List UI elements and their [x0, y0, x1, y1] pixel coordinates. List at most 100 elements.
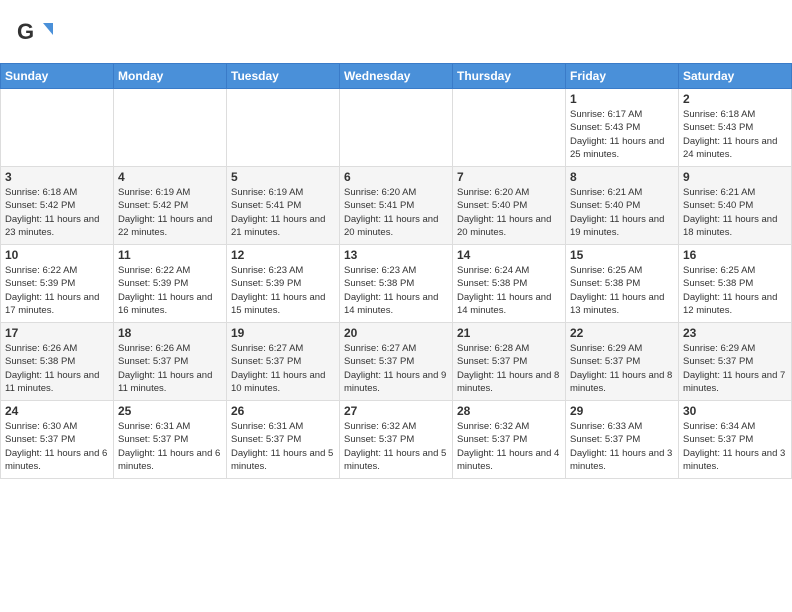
calendar-cell: 16 Sunrise: 6:25 AM Sunset: 5:38 PM Dayli…: [679, 245, 792, 323]
calendar-header-row: SundayMondayTuesdayWednesdayThursdayFrid…: [1, 64, 792, 89]
calendar-cell: 2 Sunrise: 6:18 AM Sunset: 5:43 PM Daylig…: [679, 89, 792, 167]
calendar-cell: [340, 89, 453, 167]
calendar-week-0: 1 Sunrise: 6:17 AM Sunset: 5:43 PM Daylig…: [1, 89, 792, 167]
day-number: 22: [570, 326, 674, 340]
day-info: Sunrise: 6:22 AM Sunset: 5:39 PM Dayligh…: [5, 264, 109, 317]
day-info: Sunrise: 6:17 AM Sunset: 5:43 PM Dayligh…: [570, 108, 674, 161]
day-number: 24: [5, 404, 109, 418]
calendar-cell: 15 Sunrise: 6:25 AM Sunset: 5:38 PM Dayli…: [566, 245, 679, 323]
calendar-cell: 7 Sunrise: 6:20 AM Sunset: 5:40 PM Daylig…: [453, 167, 566, 245]
day-number: 18: [118, 326, 222, 340]
day-number: 10: [5, 248, 109, 262]
calendar-cell: 17 Sunrise: 6:26 AM Sunset: 5:38 PM Dayli…: [1, 323, 114, 401]
day-info: Sunrise: 6:21 AM Sunset: 5:40 PM Dayligh…: [570, 186, 674, 239]
day-number: 7: [457, 170, 561, 184]
calendar-header-tuesday: Tuesday: [227, 64, 340, 89]
day-info: Sunrise: 6:18 AM Sunset: 5:42 PM Dayligh…: [5, 186, 109, 239]
calendar-cell: 9 Sunrise: 6:21 AM Sunset: 5:40 PM Daylig…: [679, 167, 792, 245]
day-info: Sunrise: 6:31 AM Sunset: 5:37 PM Dayligh…: [118, 420, 222, 473]
day-number: 12: [231, 248, 335, 262]
calendar-cell: 1 Sunrise: 6:17 AM Sunset: 5:43 PM Daylig…: [566, 89, 679, 167]
calendar-cell: 10 Sunrise: 6:22 AM Sunset: 5:39 PM Dayli…: [1, 245, 114, 323]
day-info: Sunrise: 6:20 AM Sunset: 5:40 PM Dayligh…: [457, 186, 561, 239]
calendar-cell: 8 Sunrise: 6:21 AM Sunset: 5:40 PM Daylig…: [566, 167, 679, 245]
day-info: Sunrise: 6:27 AM Sunset: 5:37 PM Dayligh…: [344, 342, 448, 395]
day-info: Sunrise: 6:23 AM Sunset: 5:38 PM Dayligh…: [344, 264, 448, 317]
logo: G: [15, 15, 57, 53]
day-number: 8: [570, 170, 674, 184]
day-info: Sunrise: 6:32 AM Sunset: 5:37 PM Dayligh…: [457, 420, 561, 473]
day-number: 29: [570, 404, 674, 418]
day-number: 25: [118, 404, 222, 418]
calendar-cell: 25 Sunrise: 6:31 AM Sunset: 5:37 PM Dayli…: [114, 401, 227, 479]
calendar-week-1: 3 Sunrise: 6:18 AM Sunset: 5:42 PM Daylig…: [1, 167, 792, 245]
day-number: 16: [683, 248, 787, 262]
calendar-cell: 12 Sunrise: 6:23 AM Sunset: 5:39 PM Dayli…: [227, 245, 340, 323]
day-number: 9: [683, 170, 787, 184]
svg-text:G: G: [17, 19, 34, 44]
day-number: 27: [344, 404, 448, 418]
day-info: Sunrise: 6:23 AM Sunset: 5:39 PM Dayligh…: [231, 264, 335, 317]
day-number: 20: [344, 326, 448, 340]
day-info: Sunrise: 6:19 AM Sunset: 5:41 PM Dayligh…: [231, 186, 335, 239]
day-number: 1: [570, 92, 674, 106]
calendar-cell: [227, 89, 340, 167]
calendar-cell: 4Sunrise: 6:19 AM Sunset: 5:42 PM Daylig…: [114, 167, 227, 245]
calendar-cell: 5 Sunrise: 6:19 AM Sunset: 5:41 PM Daylig…: [227, 167, 340, 245]
calendar-cell: 3 Sunrise: 6:18 AM Sunset: 5:42 PM Daylig…: [1, 167, 114, 245]
day-info: Sunrise: 6:22 AM Sunset: 5:39 PM Dayligh…: [118, 264, 222, 317]
day-number: 30: [683, 404, 787, 418]
day-info: Sunrise: 6:31 AM Sunset: 5:37 PM Dayligh…: [231, 420, 335, 473]
day-info: Sunrise: 6:25 AM Sunset: 5:38 PM Dayligh…: [570, 264, 674, 317]
calendar-header-wednesday: Wednesday: [340, 64, 453, 89]
day-number: 5: [231, 170, 335, 184]
day-info: Sunrise: 6:30 AM Sunset: 5:37 PM Dayligh…: [5, 420, 109, 473]
day-info: Sunrise: 6:29 AM Sunset: 5:37 PM Dayligh…: [683, 342, 787, 395]
calendar-week-2: 10 Sunrise: 6:22 AM Sunset: 5:39 PM Dayli…: [1, 245, 792, 323]
day-number: 3: [5, 170, 109, 184]
header: G: [0, 0, 792, 63]
calendar-header-friday: Friday: [566, 64, 679, 89]
calendar-week-4: 24 Sunrise: 6:30 AM Sunset: 5:37 PM Dayli…: [1, 401, 792, 479]
day-info: Sunrise: 6:20 AM Sunset: 5:41 PM Dayligh…: [344, 186, 448, 239]
calendar-table: SundayMondayTuesdayWednesdayThursdayFrid…: [0, 63, 792, 479]
calendar-cell: 30 Sunrise: 6:34 AM Sunset: 5:37 PM Dayli…: [679, 401, 792, 479]
calendar-cell: 20 Sunrise: 6:27 AM Sunset: 5:37 PM Dayli…: [340, 323, 453, 401]
calendar-cell: [1, 89, 114, 167]
calendar-header-sunday: Sunday: [1, 64, 114, 89]
day-number: 21: [457, 326, 561, 340]
day-number: 28: [457, 404, 561, 418]
day-number: 2: [683, 92, 787, 106]
day-info: Sunrise: 6:26 AM Sunset: 5:38 PM Dayligh…: [5, 342, 109, 395]
calendar-cell: 14 Sunrise: 6:24 AM Sunset: 5:38 PM Dayli…: [453, 245, 566, 323]
calendar-week-3: 17 Sunrise: 6:26 AM Sunset: 5:38 PM Dayli…: [1, 323, 792, 401]
calendar-cell: 23Sunrise: 6:29 AM Sunset: 5:37 PM Dayli…: [679, 323, 792, 401]
day-info: Sunrise: 6:33 AM Sunset: 5:37 PM Dayligh…: [570, 420, 674, 473]
day-info: Sunrise: 6:21 AM Sunset: 5:40 PM Dayligh…: [683, 186, 787, 239]
day-info: Sunrise: 6:28 AM Sunset: 5:37 PM Dayligh…: [457, 342, 561, 395]
day-number: 15: [570, 248, 674, 262]
day-info: Sunrise: 6:32 AM Sunset: 5:37 PM Dayligh…: [344, 420, 448, 473]
calendar-cell: 22Sunrise: 6:29 AM Sunset: 5:37 PM Dayli…: [566, 323, 679, 401]
calendar-cell: [114, 89, 227, 167]
calendar-cell: 18Sunrise: 6:26 AM Sunset: 5:37 PM Dayli…: [114, 323, 227, 401]
calendar-cell: 13 Sunrise: 6:23 AM Sunset: 5:38 PM Dayli…: [340, 245, 453, 323]
calendar-header-saturday: Saturday: [679, 64, 792, 89]
day-info: Sunrise: 6:18 AM Sunset: 5:43 PM Dayligh…: [683, 108, 787, 161]
day-info: Sunrise: 6:24 AM Sunset: 5:38 PM Dayligh…: [457, 264, 561, 317]
day-number: 13: [344, 248, 448, 262]
calendar-cell: 11 Sunrise: 6:22 AM Sunset: 5:39 PM Dayli…: [114, 245, 227, 323]
day-number: 14: [457, 248, 561, 262]
day-number: 4: [118, 170, 222, 184]
day-info: Sunrise: 6:27 AM Sunset: 5:37 PM Dayligh…: [231, 342, 335, 395]
calendar-cell: 21 Sunrise: 6:28 AM Sunset: 5:37 PM Dayli…: [453, 323, 566, 401]
day-info: Sunrise: 6:34 AM Sunset: 5:37 PM Dayligh…: [683, 420, 787, 473]
day-number: 17: [5, 326, 109, 340]
day-number: 26: [231, 404, 335, 418]
day-info: Sunrise: 6:25 AM Sunset: 5:38 PM Dayligh…: [683, 264, 787, 317]
calendar-cell: 19Sunrise: 6:27 AM Sunset: 5:37 PM Dayli…: [227, 323, 340, 401]
calendar-cell: 24 Sunrise: 6:30 AM Sunset: 5:37 PM Dayli…: [1, 401, 114, 479]
day-number: 11: [118, 248, 222, 262]
calendar-cell: 26 Sunrise: 6:31 AM Sunset: 5:37 PM Dayli…: [227, 401, 340, 479]
calendar-cell: 27 Sunrise: 6:32 AM Sunset: 5:37 PM Dayli…: [340, 401, 453, 479]
